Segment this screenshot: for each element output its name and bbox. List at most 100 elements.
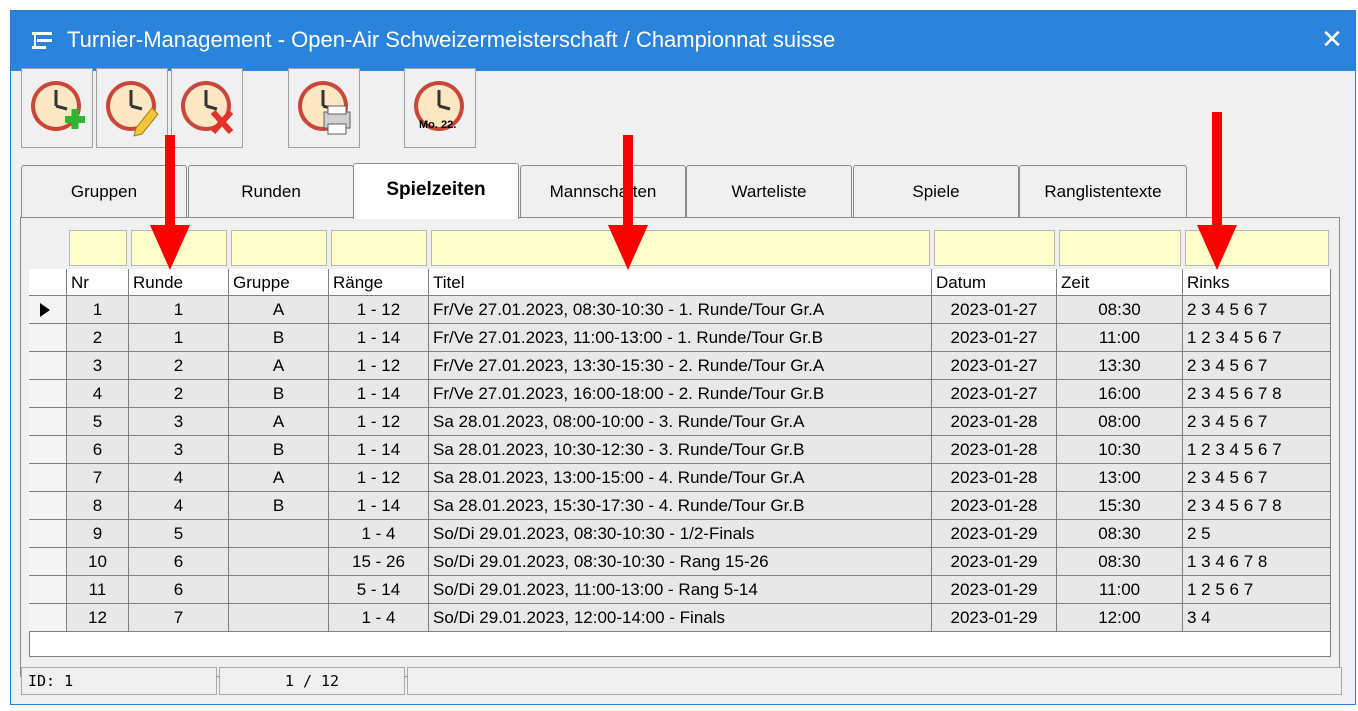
cell-ränge[interactable]: 1 - 4 xyxy=(329,604,429,632)
cell-zeit[interactable]: 10:30 xyxy=(1057,436,1183,464)
cell-rinks[interactable]: 2 3 4 5 6 7 8 xyxy=(1183,380,1331,408)
column-header-nr[interactable]: Nr xyxy=(67,269,129,296)
table-row[interactable]: 21B1 - 14 Fr/Ve 27.01.2023, 11:00-13:00 -… xyxy=(29,324,1331,352)
row-selector[interactable] xyxy=(29,296,67,324)
cell-nr[interactable]: 9 xyxy=(67,520,129,548)
cell-rinks[interactable]: 1 2 3 4 5 6 7 xyxy=(1183,324,1331,352)
cell-rinks[interactable]: 1 2 3 4 5 6 7 xyxy=(1183,436,1331,464)
cell-runde[interactable]: 4 xyxy=(129,464,229,492)
cell-ränge[interactable]: 15 - 26 xyxy=(329,548,429,576)
row-selector[interactable] xyxy=(29,436,67,464)
column-header-gruppe[interactable]: Gruppe xyxy=(229,269,329,296)
cell-gruppe[interactable]: A xyxy=(229,296,329,324)
table-row[interactable]: 12 7 1 - 4 So/Di 29.01.2023, 12:00-14:00 - … xyxy=(29,604,1331,632)
cell-gruppe[interactable] xyxy=(229,576,329,604)
tab-runden[interactable]: Runden xyxy=(188,165,354,217)
cell-runde[interactable]: 4 xyxy=(129,492,229,520)
column-header-ränge[interactable]: Ränge xyxy=(329,269,429,296)
cell-gruppe[interactable] xyxy=(229,520,329,548)
cell-rinks[interactable]: 2 3 4 5 6 7 xyxy=(1183,464,1331,492)
table-row[interactable]: 11 6 5 - 14 So/Di 29.01.2023, 11:00-13:00 -… xyxy=(29,576,1331,604)
tab-mannschaften[interactable]: Mannschaften xyxy=(520,165,686,217)
cell-nr[interactable]: 10 xyxy=(67,548,129,576)
cell-rinks[interactable]: 1 3 4 6 7 8 xyxy=(1183,548,1331,576)
cell-rinks[interactable]: 3 4 xyxy=(1183,604,1331,632)
table-row[interactable]: 32A1 - 12 Fr/Ve 27.01.2023, 13:30-15:30 -… xyxy=(29,352,1331,380)
cell-runde[interactable]: 3 xyxy=(129,436,229,464)
cell-zeit[interactable]: 08:30 xyxy=(1057,296,1183,324)
row-selector[interactable] xyxy=(29,576,67,604)
cell-datum[interactable]: 2023-01-28 xyxy=(932,436,1057,464)
cell-nr[interactable]: 3 xyxy=(67,352,129,380)
cell-datum[interactable]: 2023-01-27 xyxy=(932,352,1057,380)
cell-zeit[interactable]: 08:30 xyxy=(1057,548,1183,576)
cell-titel[interactable]: Fr/Ve 27.01.2023, 11:00-13:00 - 1. Runde… xyxy=(429,324,932,352)
cell-zeit[interactable]: 12:00 xyxy=(1057,604,1183,632)
cell-gruppe[interactable]: A xyxy=(229,408,329,436)
table-row[interactable]: 63B1 - 14 Sa 28.01.2023, 10:30-12:30 - 3.… xyxy=(29,436,1331,464)
cell-rinks[interactable]: 2 3 4 5 6 7 xyxy=(1183,352,1331,380)
filter-gruppe[interactable] xyxy=(231,230,327,266)
cell-zeit[interactable]: 11:00 xyxy=(1057,324,1183,352)
cell-nr[interactable]: 7 xyxy=(67,464,129,492)
filter-datum[interactable] xyxy=(934,230,1055,266)
row-selector[interactable] xyxy=(29,548,67,576)
cell-titel[interactable]: Sa 28.01.2023, 15:30-17:30 - 4. Runde/To… xyxy=(429,492,932,520)
cell-gruppe[interactable]: B xyxy=(229,436,329,464)
cell-gruppe[interactable] xyxy=(229,548,329,576)
cell-nr[interactable]: 4 xyxy=(67,380,129,408)
column-header-datum[interactable]: Datum xyxy=(932,269,1057,296)
cell-ränge[interactable]: 1 - 14 xyxy=(329,380,429,408)
cell-titel[interactable]: So/Di 29.01.2023, 08:30-10:30 - Rang 15-… xyxy=(429,548,932,576)
table-row[interactable]: 53A1 - 12 Sa 28.01.2023, 08:00-10:00 - 3.… xyxy=(29,408,1331,436)
cell-titel[interactable]: So/Di 29.01.2023, 11:00-13:00 - Rang 5-1… xyxy=(429,576,932,604)
row-selector[interactable] xyxy=(29,380,67,408)
cell-nr[interactable]: 1 xyxy=(67,296,129,324)
column-header-runde[interactable]: Runde xyxy=(129,269,229,296)
tab-spiele[interactable]: Spiele xyxy=(853,165,1019,217)
cell-gruppe[interactable]: B xyxy=(229,380,329,408)
cell-nr[interactable]: 11 xyxy=(67,576,129,604)
table-row[interactable]: 84B1 - 14 Sa 28.01.2023, 15:30-17:30 - 4.… xyxy=(29,492,1331,520)
close-icon[interactable]: ✕ xyxy=(1319,23,1345,55)
tab-spielzeiten[interactable]: Spielzeiten xyxy=(353,163,519,219)
row-selector[interactable] xyxy=(29,492,67,520)
cell-runde[interactable]: 6 xyxy=(129,576,229,604)
cell-titel[interactable]: Fr/Ve 27.01.2023, 13:30-15:30 - 2. Runde… xyxy=(429,352,932,380)
cell-datum[interactable]: 2023-01-29 xyxy=(932,548,1057,576)
tab-warteliste[interactable]: Warteliste xyxy=(686,165,852,217)
cell-ränge[interactable]: 5 - 14 xyxy=(329,576,429,604)
cell-nr[interactable]: 5 xyxy=(67,408,129,436)
cell-titel[interactable]: Sa 28.01.2023, 13:00-15:00 - 4. Runde/To… xyxy=(429,464,932,492)
row-selector[interactable] xyxy=(29,352,67,380)
table-row[interactable]: 10 6 15 - 26 So/Di 29.01.2023, 08:30-10:30 … xyxy=(29,548,1331,576)
table-row[interactable]: 95 1 - 4 So/Di 29.01.2023, 08:30-10:30 - 1… xyxy=(29,520,1331,548)
cell-nr[interactable]: 2 xyxy=(67,324,129,352)
cell-datum[interactable]: 2023-01-27 xyxy=(932,380,1057,408)
cell-datum[interactable]: 2023-01-29 xyxy=(932,604,1057,632)
cell-ränge[interactable]: 1 - 4 xyxy=(329,520,429,548)
cell-rinks[interactable]: 1 2 5 6 7 xyxy=(1183,576,1331,604)
row-selector[interactable] xyxy=(29,324,67,352)
cell-ränge[interactable]: 1 - 12 xyxy=(329,464,429,492)
cell-datum[interactable]: 2023-01-28 xyxy=(932,464,1057,492)
cell-zeit[interactable]: 13:00 xyxy=(1057,464,1183,492)
cell-titel[interactable]: Fr/Ve 27.01.2023, 16:00-18:00 - 2. Runde… xyxy=(429,380,932,408)
cell-ränge[interactable]: 1 - 14 xyxy=(329,492,429,520)
cell-datum[interactable]: 2023-01-29 xyxy=(932,576,1057,604)
cell-runde[interactable]: 3 xyxy=(129,408,229,436)
cell-runde[interactable]: 1 xyxy=(129,296,229,324)
cell-ränge[interactable]: 1 - 12 xyxy=(329,296,429,324)
filter-nr[interactable] xyxy=(69,230,127,266)
cell-ränge[interactable]: 1 - 14 xyxy=(329,436,429,464)
filter-ränge[interactable] xyxy=(331,230,427,266)
cell-ränge[interactable]: 1 - 12 xyxy=(329,352,429,380)
table-row[interactable]: 74A1 - 12 Sa 28.01.2023, 13:00-15:00 - 4.… xyxy=(29,464,1331,492)
date-time-button[interactable]: Mo. 22. xyxy=(404,68,476,148)
tab-ranglistentexte[interactable]: Ranglistentexte xyxy=(1019,165,1187,217)
cell-titel[interactable]: Sa 28.01.2023, 10:30-12:30 - 3. Runde/To… xyxy=(429,436,932,464)
filter-zeit[interactable] xyxy=(1059,230,1181,266)
row-selector[interactable] xyxy=(29,604,67,632)
cell-gruppe[interactable] xyxy=(229,604,329,632)
add-time-button[interactable] xyxy=(21,68,93,148)
